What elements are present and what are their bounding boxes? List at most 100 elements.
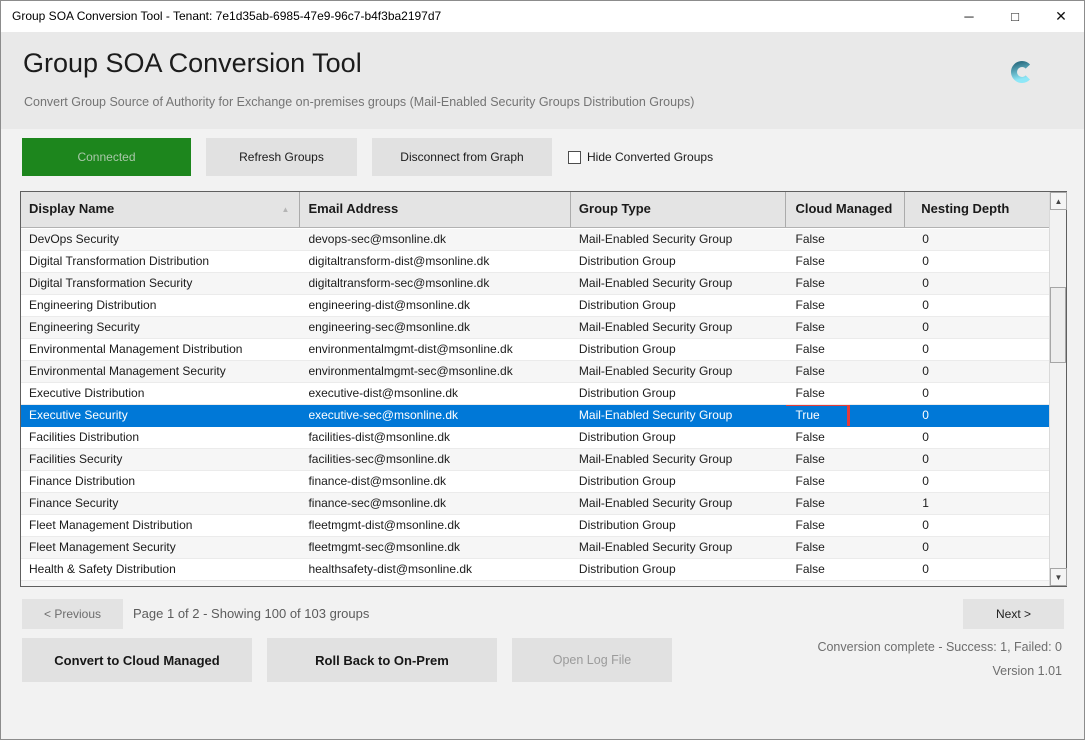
cell-display-name: DevOps Security [21,229,300,250]
cell-cloud-managed: False [786,317,905,338]
cell-email-address: finance-sec@msonline.dk [300,493,570,514]
table-row[interactable]: Digital Transformation Distribution digi… [21,251,1049,273]
column-header-email-address[interactable]: Email Address [300,192,570,227]
cell-email-address: fleetmgmt-dist@msonline.dk [300,515,570,536]
cell-cloud-managed: False [786,339,905,360]
column-header-nesting-depth[interactable]: Nesting Depth [905,192,1049,227]
window-title: Group SOA Conversion Tool - Tenant: 7e1d… [12,1,441,32]
table-row[interactable]: Health & Safety Distribution healthsafet… [21,559,1049,581]
cell-display-name: Finance Distribution [21,471,300,492]
cell-group-type: Distribution Group [571,251,787,272]
table-row[interactable]: Finance Security finance-sec@msonline.dk… [21,493,1049,515]
cell-display-name: Fleet Management Distribution [21,515,300,536]
roll-back-to-on-prem-button[interactable]: Roll Back to On-Prem [267,638,497,682]
cell-display-name: Finance Security [21,493,300,514]
table-row[interactable]: Executive Security executive-sec@msonlin… [21,405,1049,427]
cell-display-name: Facilities Security [21,449,300,470]
cell-cloud-managed: False [786,581,905,586]
scroll-up-icon[interactable]: ▲ [1050,192,1067,210]
sort-ascending-icon: ▲ [282,192,290,227]
connected-status-button[interactable]: Connected [22,138,191,176]
cell-cloud-managed: False [786,295,905,316]
cell-group-type: Distribution Group [571,339,787,360]
table-row[interactable]: Facilities Security facilities-sec@msonl… [21,449,1049,471]
cell-display-name: Executive Security [21,405,300,426]
cell-group-type: Mail-Enabled Security Group [571,537,787,558]
cell-display-name: Engineering Distribution [21,295,300,316]
vertical-scrollbar[interactable]: ▲ ▼ [1049,192,1066,586]
table-row[interactable]: DevOps Security devops-sec@msonline.dk M… [21,229,1049,251]
cell-cloud-managed: False [786,493,905,514]
table-row[interactable]: Executive Distribution executive-dist@ms… [21,383,1049,405]
cell-cloud-managed: False [786,361,905,382]
cell-nesting-depth: 0 [905,339,1049,360]
cell-cloud-managed: False [786,471,905,492]
cell-nesting-depth: 0 [905,581,1049,586]
cell-nesting-depth: 0 [905,229,1049,250]
cell-display-name: Environmental Management Distribution [21,339,300,360]
convert-to-cloud-managed-button[interactable]: Convert to Cloud Managed [22,638,252,682]
disconnect-from-graph-button[interactable]: Disconnect from Graph [372,138,552,176]
cell-email-address: facilities-dist@msonline.dk [300,427,570,448]
cell-nesting-depth: 0 [905,295,1049,316]
open-log-file-button[interactable]: Open Log File [512,638,672,682]
column-header-group-type[interactable]: Group Type [571,192,787,227]
cell-display-name: Environmental Management Security [21,361,300,382]
cell-nesting-depth: 0 [905,537,1049,558]
minimize-icon[interactable]: ─ [946,1,992,32]
page-title: Group SOA Conversion Tool [23,48,362,79]
table-row[interactable]: Health & Safety Security healthsafety-se… [21,581,1049,586]
next-page-button[interactable]: Next > [963,599,1064,629]
column-header-cloud-managed[interactable]: Cloud Managed [786,192,905,227]
cell-email-address: healthsafety-sec@msonline.dk [300,581,570,586]
table-row[interactable]: Environmental Management Distribution en… [21,339,1049,361]
cell-nesting-depth: 0 [905,361,1049,382]
cell-display-name: Health & Safety Security [21,581,300,586]
cell-nesting-depth: 0 [905,449,1049,470]
table-row[interactable]: Fleet Management Security fleetmgmt-sec@… [21,537,1049,559]
table-row[interactable]: Engineering Distribution engineering-dis… [21,295,1049,317]
table-row[interactable]: Environmental Management Security enviro… [21,361,1049,383]
table-row[interactable]: Finance Distribution finance-dist@msonli… [21,471,1049,493]
table-header-row: Display Name ▲ Email Address Group Type … [21,192,1049,228]
cell-group-type: Distribution Group [571,515,787,536]
column-header-label: Display Name [29,201,114,216]
hide-converted-groups-checkbox[interactable] [568,151,581,164]
cell-email-address: finance-dist@msonline.dk [300,471,570,492]
cell-email-address: executive-sec@msonline.dk [300,405,570,426]
toolbar: Connected Refresh Groups Disconnect from… [22,138,713,176]
table-row[interactable]: Fleet Management Distribution fleetmgmt-… [21,515,1049,537]
cell-display-name: Health & Safety Distribution [21,559,300,580]
cell-nesting-depth: 1 [905,493,1049,514]
cell-display-name: Digital Transformation Distribution [21,251,300,272]
cell-group-type: Mail-Enabled Security Group [571,405,787,426]
close-icon[interactable]: ✕ [1038,1,1084,32]
cell-group-type: Mail-Enabled Security Group [571,273,787,294]
cell-group-type: Mail-Enabled Security Group [571,581,787,586]
table-row[interactable]: Digital Transformation Security digitalt… [21,273,1049,295]
cell-group-type: Mail-Enabled Security Group [571,229,787,250]
cell-cloud-managed: False [786,515,905,536]
scrollbar-thumb[interactable] [1050,287,1066,363]
maximize-icon[interactable]: □ [992,1,1038,32]
column-header-display-name[interactable]: Display Name ▲ [21,192,300,227]
cell-group-type: Mail-Enabled Security Group [571,317,787,338]
window-controls: ─ □ ✕ [946,1,1084,32]
previous-page-button[interactable]: < Previous [22,599,123,629]
refresh-groups-button[interactable]: Refresh Groups [206,138,357,176]
table-row[interactable]: Engineering Security engineering-sec@mso… [21,317,1049,339]
groups-table: Display Name ▲ Email Address Group Type … [20,191,1067,587]
table-row[interactable]: Facilities Distribution facilities-dist@… [21,427,1049,449]
cell-nesting-depth: 0 [905,273,1049,294]
app-window: Group SOA Conversion Tool - Tenant: 7e1d… [0,0,1085,740]
scroll-down-icon[interactable]: ▼ [1050,568,1067,586]
cell-cloud-managed: False [786,559,905,580]
pagination-bar: < Previous Page 1 of 2 - Showing 100 of … [1,599,1084,629]
app-header: Group SOA Conversion Tool Convert Group … [1,32,1084,129]
hide-converted-groups-label[interactable]: Hide Converted Groups [587,150,713,164]
cell-email-address: environmentalmgmt-sec@msonline.dk [300,361,570,382]
cell-display-name: Executive Distribution [21,383,300,404]
loading-spinner-icon [1009,59,1035,85]
hide-converted-groups-control: Hide Converted Groups [568,150,713,164]
cell-group-type: Distribution Group [571,383,787,404]
